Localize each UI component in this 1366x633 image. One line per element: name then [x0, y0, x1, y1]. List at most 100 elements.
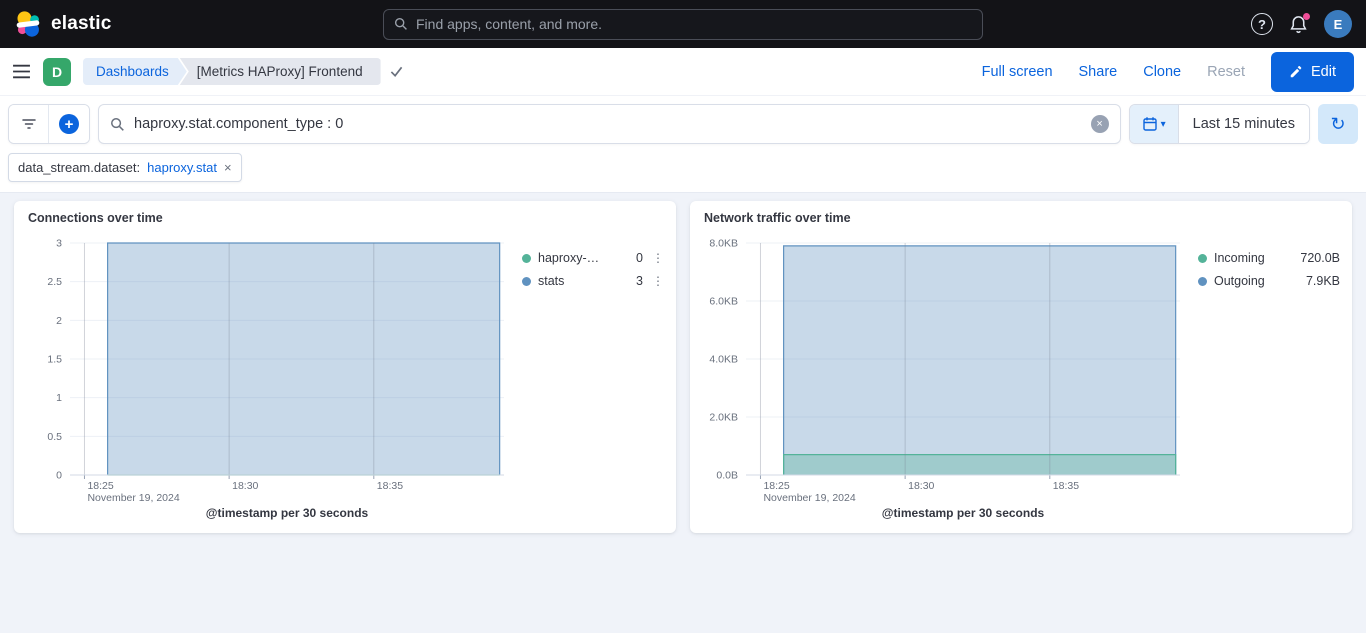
edit-button[interactable]: Edit [1271, 52, 1354, 92]
x-axis-title: @timestamp per 30 seconds [206, 506, 369, 520]
filter-pill[interactable]: data_stream.dataset: haproxy.stat × [8, 153, 242, 182]
legend-value: 0 [636, 251, 643, 265]
svg-text:18:25: 18:25 [763, 480, 789, 492]
chart-legend: haproxy-… 0 ⋮ stats 3 ⋮ [514, 229, 666, 523]
legend-item[interactable]: haproxy-… 0 ⋮ [522, 251, 664, 265]
x-axis-date-label: November 19, 2024 [87, 492, 179, 504]
panel-title: Network traffic over time [700, 209, 1342, 229]
filter-icon [21, 117, 37, 131]
svg-text:6.0KB: 6.0KB [709, 296, 738, 308]
breadcrumb-dashboards[interactable]: Dashboards [83, 58, 187, 85]
chevron-down-icon: ▾ [1161, 119, 1166, 130]
legend-label: stats [538, 274, 629, 288]
svg-text:0: 0 [56, 470, 62, 482]
network-traffic-chart[interactable]: 0.0B2.0KB4.0KB6.0KB8.0KB18:2518:3018:35N… [700, 229, 1190, 523]
y-axis: 0.0B2.0KB4.0KB6.0KB8.0KB [709, 238, 738, 482]
elastic-logo [14, 10, 42, 38]
legend-color-dot [522, 277, 531, 286]
notification-dot [1303, 13, 1310, 20]
legend-label: haproxy-… [538, 251, 629, 265]
legend-item-menu-icon[interactable]: ⋮ [652, 274, 664, 288]
svg-text:18:35: 18:35 [1053, 480, 1079, 492]
remove-filter-icon[interactable]: × [224, 161, 232, 174]
svg-text:18:30: 18:30 [908, 480, 934, 492]
legend-item[interactable]: stats 3 ⋮ [522, 274, 664, 288]
x-axis: 18:25 18:30 18:35 November 19, 2024 [84, 475, 403, 504]
svg-text:18:30: 18:30 [232, 480, 258, 492]
legend-value: 7.9KB [1306, 274, 1340, 288]
legend-label: Incoming [1214, 251, 1293, 265]
date-picker: ▾ Last 15 minutes [1129, 104, 1310, 144]
legend-color-dot [522, 254, 531, 263]
clear-query-icon[interactable]: × [1091, 115, 1109, 133]
add-filter-button[interactable]: + [49, 105, 89, 143]
help-icon[interactable]: ? [1251, 13, 1273, 35]
plus-icon: + [59, 114, 79, 134]
kql-query-bar[interactable]: × [98, 104, 1121, 144]
edit-button-label: Edit [1311, 64, 1336, 80]
chart-canvas: 00.511.522.5318:2518:3018:35November 19,… [24, 229, 514, 523]
space-avatar[interactable]: D [43, 58, 71, 86]
clone-button[interactable]: Clone [1143, 64, 1181, 80]
search-icon [394, 17, 408, 31]
refresh-button[interactable]: ↻ [1318, 104, 1358, 144]
svg-text:18:25: 18:25 [87, 480, 113, 492]
chart-legend: Incoming 720.0BOutgoing 7.9KB [1190, 229, 1342, 523]
kql-query-input[interactable] [134, 116, 1082, 132]
share-button[interactable]: Share [1079, 64, 1118, 80]
legend-value: 720.0B [1300, 251, 1340, 265]
x-axis-date-label: November 19, 2024 [763, 492, 855, 504]
y-axis: 00.511.522.53 [47, 238, 62, 482]
global-search-input[interactable] [416, 16, 972, 32]
filter-menu-button[interactable] [9, 105, 49, 143]
legend-label: Outgoing [1214, 274, 1299, 288]
legend-value: 3 [636, 274, 643, 288]
filter-pill-value: haproxy.stat [147, 160, 217, 175]
notifications-button[interactable] [1289, 15, 1308, 34]
svg-text:1: 1 [56, 392, 62, 404]
elastic-home-link[interactable]: elastic [14, 10, 112, 38]
svg-text:0.5: 0.5 [47, 431, 62, 443]
full-screen-button[interactable]: Full screen [982, 64, 1053, 80]
legend-item-menu-icon[interactable]: ⋮ [652, 251, 664, 265]
x-axis-title: @timestamp per 30 seconds [882, 506, 1045, 520]
top-header: elastic ? E [0, 0, 1366, 48]
legend-color-dot [1198, 254, 1207, 263]
filter-controls: + [8, 104, 90, 144]
global-search[interactable] [383, 9, 983, 40]
series-area [784, 246, 1176, 475]
series-area [784, 455, 1176, 475]
breadcrumb: Dashboards [Metrics HAProxy] Frontend [83, 58, 404, 85]
navbar: D Dashboards [Metrics HAProxy] Frontend … [0, 48, 1366, 96]
series-area [108, 243, 500, 475]
legend-item[interactable]: Outgoing 7.9KB [1198, 274, 1340, 288]
series [108, 243, 500, 475]
svg-text:1.5: 1.5 [47, 354, 62, 366]
x-axis: 18:25 18:30 18:35 November 19, 2024 [760, 475, 1079, 504]
saved-check-icon [389, 65, 404, 78]
series [784, 246, 1176, 475]
reset-button[interactable]: Reset [1207, 64, 1245, 80]
pencil-icon [1289, 65, 1303, 79]
svg-text:8.0KB: 8.0KB [709, 238, 738, 250]
time-range-button[interactable]: Last 15 minutes [1178, 105, 1309, 143]
panel-network-traffic-over-time: Network traffic over time 0.0B2.0KB4.0KB… [690, 201, 1352, 533]
dashboard-grid: Connections over time 00.511.522.5318:25… [0, 193, 1366, 633]
svg-text:4.0KB: 4.0KB [709, 354, 738, 366]
query-section: + × ▾ Last [0, 96, 1366, 193]
user-avatar[interactable]: E [1324, 10, 1352, 38]
search-icon [110, 117, 125, 132]
chart-canvas: 0.0B2.0KB4.0KB6.0KB8.0KB18:2518:3018:35N… [700, 229, 1190, 523]
svg-text:18:35: 18:35 [377, 480, 403, 492]
filter-pill-field: data_stream.dataset: [18, 160, 140, 175]
connections-chart[interactable]: 00.511.522.5318:2518:3018:35November 19,… [24, 229, 514, 523]
panel-connections-over-time: Connections over time 00.511.522.5318:25… [14, 201, 676, 533]
brand-text: elastic [51, 13, 112, 35]
svg-text:0.0B: 0.0B [716, 470, 738, 482]
legend-item[interactable]: Incoming 720.0B [1198, 251, 1340, 265]
panel-title: Connections over time [24, 209, 666, 229]
svg-text:2.5: 2.5 [47, 276, 62, 288]
menu-hamburger-icon[interactable] [12, 64, 31, 79]
svg-text:3: 3 [56, 238, 62, 250]
quick-select-button[interactable]: ▾ [1130, 105, 1178, 143]
